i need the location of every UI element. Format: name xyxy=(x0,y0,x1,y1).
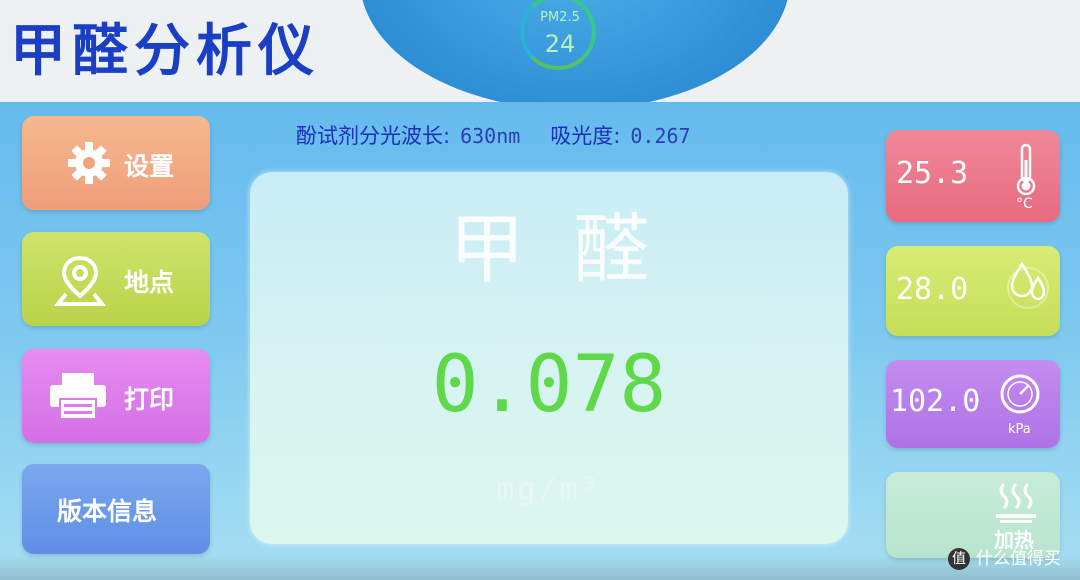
bottom-shadow xyxy=(0,554,1080,580)
temperature-unit: °C xyxy=(1016,196,1033,212)
version-info-button[interactable]: 版本信息 xyxy=(22,464,210,554)
printer-icon xyxy=(50,373,106,420)
location-pin-icon xyxy=(53,255,107,306)
pm25-value: 24 xyxy=(544,30,576,58)
absorbance-value: 0.267 xyxy=(630,124,691,148)
gear-icon xyxy=(68,142,110,184)
settings-label: 设置 xyxy=(124,152,175,181)
header-bar: 甲醛分析仪 PM2.5 24 xyxy=(0,0,1080,102)
settings-button[interactable]: 设置 xyxy=(22,116,210,210)
pressure-tile[interactable]: 102.0 kPa xyxy=(886,360,1060,448)
pressure-unit: kPa xyxy=(1008,422,1031,437)
wavelength-value: 630nm xyxy=(460,124,521,148)
app-title: 甲醛分析仪 xyxy=(10,19,320,84)
absorbance-label: 吸光度: xyxy=(550,124,621,148)
print-label: 打印 xyxy=(124,385,175,414)
pm25-indicator: PM2.5 24 xyxy=(512,0,608,78)
watermark-badge: 值 xyxy=(948,548,970,570)
location-label: 地点 xyxy=(124,268,175,297)
print-button[interactable]: 打印 xyxy=(22,349,210,443)
measurement-readout: 酚试剂分光波长: 630nm 吸光度: 0.267 xyxy=(296,120,721,150)
watermark-text: 什么值得买 xyxy=(976,549,1061,569)
pm25-label: PM2.5 xyxy=(540,10,580,25)
formaldehyde-display-panel: 甲醛 0.078 mg/m³ xyxy=(250,172,848,544)
concentration-unit: mg/m³ xyxy=(496,472,602,507)
heating-icon xyxy=(996,482,1036,523)
watermark: 值什么值得买 xyxy=(948,544,1061,570)
substance-name: 甲醛 xyxy=(449,205,697,294)
temperature-tile[interactable]: 25.3 °C xyxy=(886,130,1060,222)
version-info-label: 版本信息 xyxy=(57,497,158,526)
wavelength-label: 酚试剂分光波长: xyxy=(296,124,451,148)
pressure-value: 102.0 xyxy=(890,384,981,419)
gauge-icon xyxy=(1000,374,1040,414)
concentration-value: 0.078 xyxy=(431,340,667,430)
location-button[interactable]: 地点 xyxy=(22,232,210,326)
humidity-value: 28.0 xyxy=(896,272,969,307)
humidity-tile[interactable]: 28.0 xyxy=(886,246,1060,336)
thermometer-icon xyxy=(1016,143,1036,196)
temperature-value: 25.3 xyxy=(896,156,969,191)
humidity-drops-icon xyxy=(1007,261,1049,309)
